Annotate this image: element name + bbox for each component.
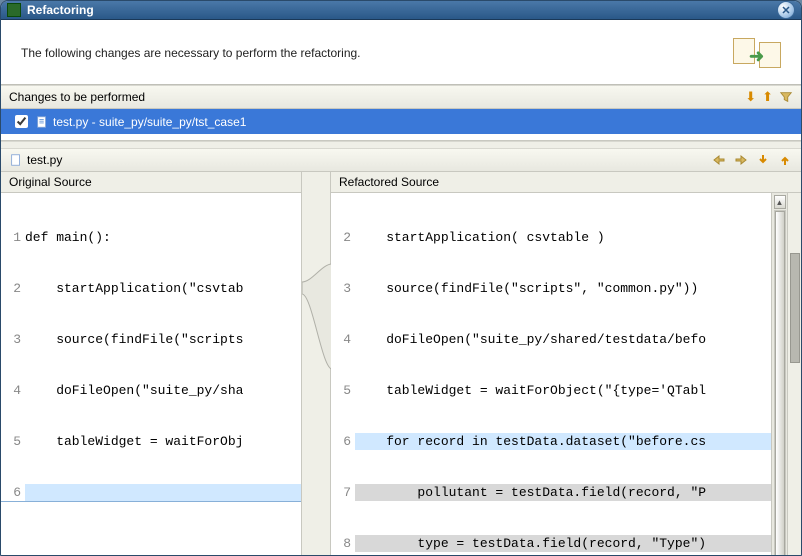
file-icon [35, 115, 49, 129]
scroll-track[interactable] [774, 210, 786, 556]
original-source[interactable]: 1def main(): 2 startApplication("csvtab … [1, 193, 301, 556]
copy-right-icon[interactable] [733, 152, 749, 168]
line-num: 8 [331, 535, 355, 552]
code-text: type = testData.field(record, "Type") [355, 535, 771, 552]
line-num: 5 [1, 433, 25, 450]
line-num: 4 [331, 331, 355, 348]
next-change-icon[interactable]: ⬇ [745, 89, 756, 105]
code-text: def main(): [25, 229, 301, 246]
line-num: 6 [1, 484, 25, 501]
code-text: doFileOpen("suite_py/shared/testdata/bef… [355, 331, 771, 348]
line-num: 2 [331, 229, 355, 246]
code-text: for record in testData.dataset("before.c… [355, 433, 771, 450]
left-pane: Original Source 1def main(): 2 startAppl… [1, 172, 301, 556]
file-header: test.py [1, 149, 801, 172]
dialog-content: The following changes are necessary to p… [1, 20, 801, 556]
code-text: source(findFile("scripts [25, 331, 301, 348]
code-text: doFileOpen("suite_py/sha [25, 382, 301, 399]
line-num: 3 [1, 331, 25, 348]
file-icon [9, 153, 23, 167]
line-num: 5 [331, 382, 355, 399]
line-num: 1 [1, 229, 25, 246]
code-text: startApplication( csvtable ) [355, 229, 771, 246]
titlebar[interactable]: Refactoring ✕ [1, 1, 801, 20]
splitter[interactable] [1, 141, 801, 149]
banner: The following changes are necessary to p… [1, 20, 801, 85]
copy-left-icon[interactable] [711, 152, 727, 168]
code-text: pollutant = testData.field(record, "P [355, 484, 771, 501]
filter-icon[interactable] [779, 90, 793, 104]
window-title: Refactoring [27, 3, 777, 17]
overview-strip[interactable] [787, 193, 801, 556]
changes-tree[interactable]: test.py - suite_py/suite_py/tst_case1 [1, 109, 801, 141]
app-icon [7, 3, 21, 17]
line-num: 6 [331, 433, 355, 450]
scroll-up-icon[interactable]: ▲ [774, 195, 786, 209]
refactored-source[interactable]: 2 startApplication( csvtable ) 3 source(… [331, 193, 771, 556]
line-num: 3 [331, 280, 355, 297]
file-header-label: test.py [27, 153, 711, 167]
change-item-label: test.py - suite_py/suite_py/tst_case1 [53, 115, 246, 129]
line-num: 2 [1, 280, 25, 297]
diff-mark[interactable] [790, 253, 800, 363]
code-text [25, 484, 301, 501]
refactoring-dialog: Refactoring ✕ The following changes are … [0, 0, 802, 556]
close-button[interactable]: ✕ [777, 1, 795, 19]
prev-diff-icon[interactable] [777, 152, 793, 168]
prev-change-icon[interactable]: ⬆ [762, 89, 773, 105]
next-diff-icon[interactable] [755, 152, 771, 168]
code-text: tableWidget = waitForObject("{type='QTab… [355, 382, 771, 399]
refactor-icon: ➜ [733, 36, 781, 70]
changes-header: Changes to be performed ⬇ ⬆ [1, 85, 801, 109]
code-text: source(findFile("scripts", "common.py")) [355, 280, 771, 297]
change-checkbox[interactable] [15, 115, 28, 128]
scroll-thumb[interactable] [775, 211, 785, 556]
code-text: tableWidget = waitForObj [25, 433, 301, 450]
banner-text: The following changes are necessary to p… [21, 46, 733, 60]
left-pane-title: Original Source [1, 172, 301, 193]
line-num: 4 [1, 382, 25, 399]
code-text: startApplication("csvtab [25, 280, 301, 297]
change-item[interactable]: test.py - suite_py/suite_py/tst_case1 [1, 109, 801, 134]
right-pane-title: Refactored Source [331, 172, 801, 193]
line-num: 7 [331, 484, 355, 501]
changes-header-label: Changes to be performed [9, 90, 745, 104]
right-pane: Refactored Source 2 startApplication( cs… [331, 172, 801, 556]
v-scrollbar[interactable]: ▲ ▼ [771, 193, 787, 556]
diff-viewer: Original Source 1def main(): 2 startAppl… [1, 172, 801, 556]
diff-gutter [301, 172, 331, 556]
